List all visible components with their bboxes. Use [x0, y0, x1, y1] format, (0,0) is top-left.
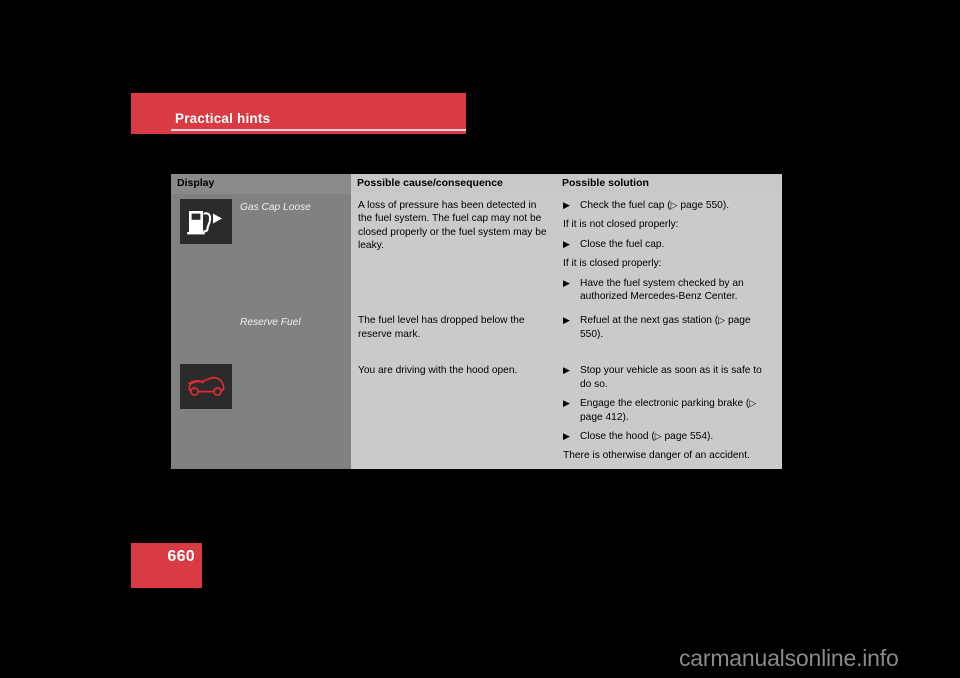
- solution-bullet: ▶ Refuel at the next gas station (▷ page…: [563, 314, 775, 341]
- solution-bullet: ▶ Close the fuel cap.: [563, 238, 775, 251]
- display-cell: Gas Cap Loose: [171, 194, 351, 310]
- solution-bullet: ▶ Check the fuel cap (▷ page 550).: [563, 199, 775, 212]
- page-ref-text: page 554).: [661, 431, 714, 443]
- solution-cell: ▶ Refuel at the next gas station (▷ page…: [556, 309, 782, 360]
- solution-note: If it is closed properly:: [563, 258, 662, 270]
- page-number: 660: [167, 548, 195, 565]
- page-ref-text: page 412).: [580, 411, 629, 423]
- display-label: [232, 364, 240, 366]
- solution-bullet: ▶ Close the hood (▷ page 554).: [563, 430, 775, 443]
- column-header-display: Display: [171, 174, 351, 194]
- solution-text: Stop your vehicle as soon as it is safe …: [580, 365, 762, 390]
- page-ref-triangle-icon: ▷: [670, 200, 678, 210]
- bullet-triangle-icon: ▶: [563, 315, 570, 326]
- no-icon-placeholder: [180, 314, 232, 359]
- cause-cell: A loss of pressure has been detected in …: [351, 194, 556, 310]
- solution-cell: ▶ Check the fuel cap (▷ page 550). If it…: [556, 194, 782, 310]
- display-label: Reserve Fuel: [240, 317, 301, 329]
- solution-text: Check the fuel cap (▷ page 550).: [580, 200, 730, 211]
- site-watermark: carmanualsonline.info: [679, 645, 899, 671]
- bullet-triangle-icon: ▶: [563, 238, 570, 249]
- table-row: You are driving with the hood open. ▶ St…: [171, 359, 782, 469]
- bullet-triangle-icon: ▶: [563, 365, 570, 376]
- page-title: Practical hints: [175, 111, 271, 126]
- solution-bullet: ▶ Have the fuel system checked by an aut…: [563, 277, 775, 304]
- solution-text: Have the fuel system checked by an autho…: [580, 277, 744, 303]
- gas-pump-icon: [180, 199, 232, 244]
- solution-text: Engage the electronic parking brake (▷ p…: [580, 398, 757, 423]
- page-ref-triangle-icon: ▷: [749, 398, 757, 409]
- solution-note: There is otherwise danger of an accident…: [563, 450, 750, 462]
- table-header-row: Display Possible cause/consequence Possi…: [171, 174, 782, 194]
- bullet-triangle-icon: ▶: [563, 431, 570, 442]
- chapter-banner-rule: [171, 129, 466, 131]
- table-body: Gas Cap Loose A loss of pressure has bee…: [171, 194, 782, 469]
- page-number-block: 660: [131, 543, 202, 588]
- solution-text: Close the fuel cap.: [580, 238, 665, 250]
- display-messages-table: Display Possible cause/consequence Possi…: [171, 174, 782, 469]
- cause-text: The fuel level has dropped below the res…: [358, 315, 525, 340]
- bullet-triangle-icon: ▶: [563, 200, 570, 210]
- column-header-solution: Possible solution: [556, 174, 782, 194]
- car-hood-open-icon: [180, 364, 232, 410]
- display-cell: Reserve Fuel: [171, 309, 351, 360]
- cause-text: You are driving with the hood open.: [358, 365, 518, 377]
- page-ref-triangle-icon: ▷: [654, 431, 662, 442]
- display-cell: [171, 359, 351, 469]
- page-ref-text: page 550).: [677, 200, 730, 211]
- bullet-triangle-icon: ▶: [563, 398, 570, 409]
- solution-bullet: ▶ Engage the electronic parking brake (▷…: [563, 397, 775, 424]
- solution-bullet: ▶ Stop your vehicle as soon as it is saf…: [563, 364, 775, 391]
- cause-cell: You are driving with the hood open.: [351, 359, 556, 469]
- solution-note: If it is not closed properly:: [563, 219, 679, 231]
- cause-cell: The fuel level has dropped below the res…: [351, 309, 556, 360]
- table-row: Reserve Fuel The fuel level has dropped …: [171, 309, 782, 360]
- bullet-triangle-icon: ▶: [563, 277, 570, 288]
- solution-text: Refuel at the next gas station (▷ page 5…: [580, 315, 751, 340]
- column-header-cause: Possible cause/consequence: [351, 174, 556, 194]
- solution-text: Close the hood (▷ page 554).: [580, 431, 714, 443]
- solution-cell: ▶ Stop your vehicle as soon as it is saf…: [556, 359, 782, 469]
- table-row: Gas Cap Loose A loss of pressure has bee…: [171, 194, 782, 310]
- display-label: Gas Cap Loose: [240, 202, 311, 213]
- cause-text: A loss of pressure has been detected in …: [358, 200, 547, 252]
